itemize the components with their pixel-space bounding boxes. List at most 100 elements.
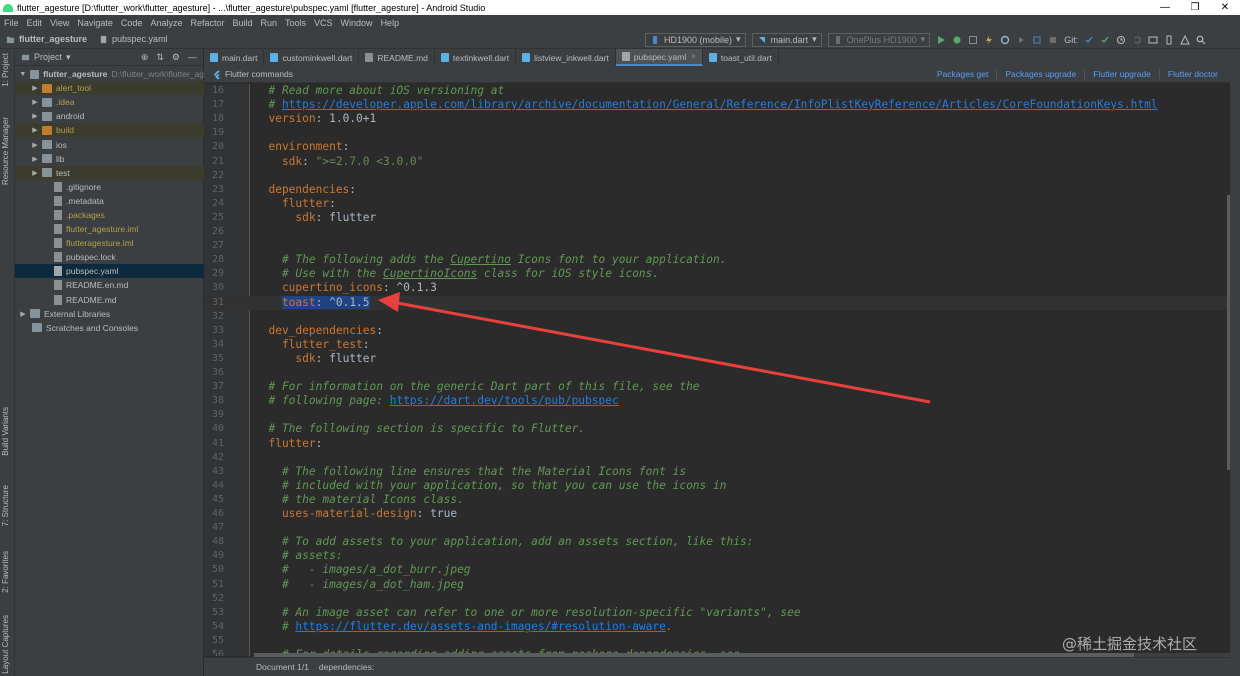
tree-item[interactable]: ▶ lib bbox=[15, 152, 204, 166]
code-token: CupertinoIcons bbox=[382, 267, 478, 281]
chevron-down-icon[interactable]: ▼ bbox=[19, 71, 27, 78]
breadcrumb-file[interactable]: pubspec.yaml bbox=[112, 34, 168, 44]
git-rollback-icon[interactable] bbox=[1132, 35, 1142, 45]
tree-item[interactable]: ▼ flutter_agesture D:\flutter_work\flutter… bbox=[15, 67, 204, 81]
locate-file-icon[interactable]: ⊕ bbox=[141, 52, 149, 63]
line-number: 32 bbox=[211, 310, 224, 322]
chevron-right-icon[interactable]: ▶ bbox=[19, 310, 27, 318]
chevron-right-icon[interactable]: ▶ bbox=[31, 112, 39, 120]
tree-item[interactable]: pubspec.lock bbox=[15, 250, 204, 264]
menu-item-code[interactable]: Code bbox=[117, 18, 147, 28]
layout-captures-tab[interactable]: Layout Captures bbox=[1, 615, 10, 674]
favorites-tab[interactable]: 2: Favorites bbox=[1, 551, 10, 593]
close-icon[interactable]: ✕ bbox=[1210, 2, 1240, 13]
attach-debugger-icon[interactable] bbox=[1016, 35, 1026, 45]
collapse-all-icon[interactable]: ⇅ bbox=[156, 52, 164, 63]
dart-icon bbox=[758, 36, 765, 43]
tree-item[interactable]: ▶ alert_tool bbox=[15, 81, 204, 96]
tree-item[interactable]: ▶ android bbox=[15, 109, 204, 123]
chevron-down-icon[interactable]: ▾ bbox=[66, 52, 71, 63]
chevron-right-icon[interactable]: ▶ bbox=[31, 84, 39, 92]
menu-item-view[interactable]: View bbox=[46, 18, 73, 28]
stop-icon[interactable] bbox=[1048, 35, 1058, 45]
breadcrumb-file-item[interactable]: pubspec.yaml bbox=[93, 34, 174, 44]
editor-tab[interactable]: README.md bbox=[359, 49, 435, 66]
tree-item[interactable]: README.en.md bbox=[15, 278, 204, 292]
code-line: 42 bbox=[204, 451, 1230, 465]
menu-item-file[interactable]: File bbox=[0, 18, 23, 28]
menu-item-run[interactable]: Run bbox=[257, 18, 282, 28]
editor-tab[interactable]: pubspec.yaml × bbox=[615, 49, 703, 66]
editor-vertical-scrollbar[interactable] bbox=[1227, 195, 1230, 470]
tree-item[interactable]: ▶ build bbox=[15, 123, 204, 138]
tree-item[interactable]: Scratches and Consoles bbox=[15, 321, 204, 335]
flutter-command-link[interactable]: Flutter upgrade bbox=[1084, 69, 1159, 79]
menu-item-refactor[interactable]: Refactor bbox=[186, 18, 228, 28]
breadcrumb-project[interactable]: flutter_agesture bbox=[19, 34, 87, 44]
profile-icon[interactable] bbox=[1032, 35, 1042, 45]
chevron-right-icon[interactable]: ▶ bbox=[31, 169, 39, 177]
chevron-right-icon[interactable]: ▶ bbox=[31, 98, 39, 106]
tree-item[interactable]: .metadata bbox=[15, 194, 204, 208]
tree-item[interactable]: flutteragesture.iml bbox=[15, 236, 204, 250]
minimize-icon[interactable]: — bbox=[1150, 2, 1180, 13]
menu-item-navigate[interactable]: Navigate bbox=[73, 18, 117, 28]
close-tab-icon[interactable]: × bbox=[691, 52, 696, 61]
maximize-icon[interactable]: ❐ bbox=[1180, 2, 1210, 13]
tree-item[interactable]: README.md bbox=[15, 293, 204, 307]
project-tool-tab[interactable]: 1: Project bbox=[1, 53, 10, 87]
coverage-icon[interactable] bbox=[968, 35, 978, 45]
hot-reload-icon[interactable] bbox=[984, 35, 994, 45]
project-view-select[interactable]: Project bbox=[34, 52, 62, 62]
tree-item[interactable]: ▶ ios bbox=[15, 137, 204, 151]
breadcrumb[interactable]: flutter_agesture bbox=[0, 34, 93, 44]
gear-icon[interactable]: ⚙ bbox=[172, 52, 180, 63]
flutter-command-link[interactable]: Packages get bbox=[929, 69, 997, 79]
editor-tab[interactable]: listview_inkwell.dart bbox=[516, 49, 616, 66]
tree-item[interactable]: ▶ test bbox=[15, 165, 204, 180]
menu-item-vcs[interactable]: VCS bbox=[310, 18, 337, 28]
editor-tab[interactable]: toast_util.dart bbox=[703, 49, 779, 66]
menu-item-build[interactable]: Build bbox=[228, 18, 256, 28]
git-update-icon[interactable] bbox=[1084, 35, 1094, 45]
breadcrumb-context[interactable]: dependencies: bbox=[315, 662, 380, 672]
search-icon[interactable] bbox=[1196, 35, 1206, 45]
device-config-select[interactable]: HD1900 (mobile) ▾ bbox=[645, 32, 746, 47]
debug-icon[interactable] bbox=[952, 35, 962, 45]
code-editor[interactable]: 16 # Read more about iOS versioning at 17… bbox=[204, 84, 1230, 656]
tree-item[interactable]: ▶ .idea bbox=[15, 95, 204, 109]
editor-tab[interactable]: custominkwell.dart bbox=[264, 49, 360, 66]
device-select[interactable]: OnePlus HD1900 ▾ bbox=[827, 32, 931, 47]
code-token: # bbox=[255, 619, 296, 633]
hot-restart-icon[interactable] bbox=[1000, 35, 1010, 45]
chevron-right-icon[interactable]: ▶ bbox=[31, 141, 39, 149]
editor-tab[interactable]: main.dart bbox=[204, 49, 265, 66]
sdk-manager-icon[interactable] bbox=[1180, 34, 1191, 45]
menu-item-analyze[interactable]: Analyze bbox=[146, 18, 186, 28]
menu-item-tools[interactable]: Tools bbox=[281, 18, 310, 28]
chevron-right-icon[interactable]: ▶ bbox=[31, 155, 39, 163]
build-variants-tab[interactable]: Build Variants bbox=[1, 407, 10, 456]
resource-manager-tab[interactable]: Resource Manager bbox=[1, 117, 10, 185]
flutter-command-link[interactable]: Flutter doctor bbox=[1158, 69, 1226, 79]
run-config-select[interactable]: main.dart ▾ bbox=[751, 32, 822, 47]
chevron-right-icon[interactable]: ▶ bbox=[31, 126, 39, 134]
flutter-command-link[interactable]: Packages upgrade bbox=[996, 69, 1084, 79]
tree-item[interactable]: .packages bbox=[15, 208, 204, 222]
git-history-icon[interactable] bbox=[1116, 35, 1126, 45]
hide-panel-icon[interactable]: — bbox=[188, 52, 197, 63]
git-commit-icon[interactable] bbox=[1100, 35, 1110, 45]
tree-item[interactable]: .gitignore bbox=[15, 180, 204, 194]
structure-tab[interactable]: 7: Structure bbox=[1, 485, 10, 526]
avd-manager-icon[interactable] bbox=[1164, 35, 1174, 45]
menu-item-edit[interactable]: Edit bbox=[23, 18, 47, 28]
menu-item-help[interactable]: Help bbox=[377, 18, 404, 28]
project-structure-icon[interactable] bbox=[1148, 35, 1158, 45]
menu-item-window[interactable]: Window bbox=[337, 18, 377, 28]
code-text: toast: ^0.1.5 bbox=[255, 295, 370, 310]
tree-item[interactable]: pubspec.yaml bbox=[15, 264, 204, 279]
run-icon[interactable] bbox=[936, 35, 946, 45]
editor-tab[interactable]: textinkwell.dart bbox=[435, 49, 517, 66]
tree-item[interactable]: ▶ External Libraries bbox=[15, 307, 204, 321]
tree-item[interactable]: flutter_agesture.iml bbox=[15, 222, 204, 236]
